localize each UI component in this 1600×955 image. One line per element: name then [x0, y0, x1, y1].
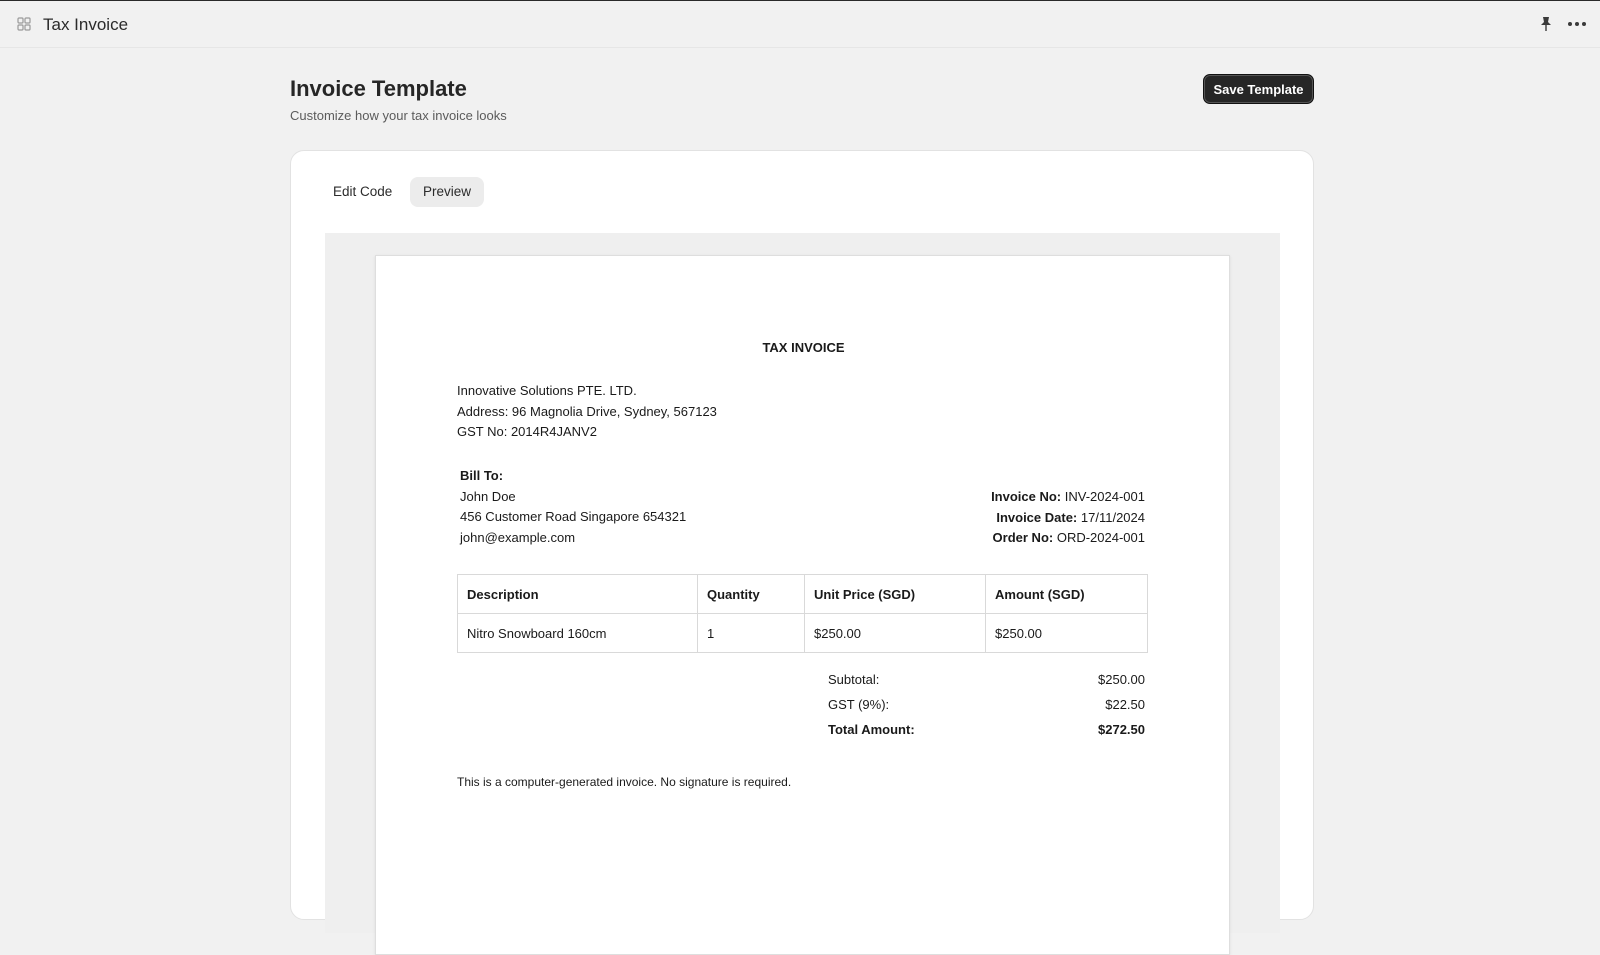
- bill-to-label: Bill To:: [460, 468, 504, 483]
- page-title: Invoice Template: [290, 76, 467, 101]
- bill-to: Bill To: John Doe 456 Customer Road Sing…: [460, 466, 686, 548]
- gst-label: GST (9%):: [828, 697, 890, 712]
- invoice-date: Invoice Date: 17/11/2024: [996, 509, 1145, 525]
- items-table: Description Quantity Unit Price (SGD) Am…: [457, 574, 1148, 653]
- subtotal-row: Subtotal: $250.00: [828, 672, 1148, 697]
- invoice-footnote: This is a computer-generated invoice. No…: [457, 775, 792, 789]
- table-row: Nitro Snowboard 160cm 1 $250.00 $250.00: [457, 613, 1148, 653]
- template-card: Edit Code Preview TAX INVOICE Innovative…: [290, 150, 1314, 955]
- cell-unit-price: $250.00: [804, 613, 986, 653]
- save-template-button[interactable]: Save Template: [1203, 74, 1314, 104]
- total-label: Total Amount:: [828, 722, 915, 737]
- company-gst: GST No: 2014R4JANV2: [457, 424, 597, 439]
- invoice-meta: Invoice No: INV-2024-001 Invoice Date: 1…: [991, 487, 1145, 549]
- customer-name: John Doe: [460, 488, 516, 504]
- company-name: Innovative Solutions PTE. LTD.: [457, 383, 637, 398]
- header-description: Description: [457, 574, 698, 614]
- pin-icon[interactable]: [1537, 15, 1555, 33]
- invoice-heading: TAX INVOICE: [762, 340, 845, 355]
- gst-value: $22.50: [1105, 697, 1145, 712]
- subtotal-label: Subtotal:: [828, 672, 880, 687]
- customer-address: 456 Customer Road Singapore 654321: [460, 509, 687, 524]
- gst-row: GST (9%): $22.50: [828, 697, 1148, 722]
- invoice-page: TAX INVOICE Innovative Solutions PTE. LT…: [375, 255, 1230, 955]
- invoice-number: Invoice No: INV-2024-001: [991, 489, 1145, 504]
- total-row: Total Amount: $272.50: [828, 722, 1148, 747]
- company-address: Address: 96 Magnolia Drive, Sydney, 5671…: [457, 403, 717, 419]
- cell-description: Nitro Snowboard 160cm: [457, 613, 698, 653]
- more-horizontal-icon[interactable]: [1566, 16, 1588, 32]
- order-number: Order No: ORD-2024-001: [992, 530, 1145, 545]
- tab-preview[interactable]: Preview: [410, 177, 485, 207]
- company-info: Innovative Solutions PTE. LTD. Address: …: [457, 381, 717, 443]
- header-unit-price: Unit Price (SGD): [804, 574, 986, 614]
- grid-icon: [17, 17, 31, 31]
- customer-email: john@example.com: [460, 529, 576, 545]
- table-header-row: Description Quantity Unit Price (SGD) Am…: [457, 574, 1148, 614]
- page-subtitle: Customize how your tax invoice looks: [290, 108, 507, 123]
- cell-amount: $250.00: [985, 613, 1148, 653]
- subtotal-value: $250.00: [1098, 672, 1145, 687]
- title-bar: Tax Invoice: [0, 1, 1600, 48]
- totals: Subtotal: $250.00 GST (9%): $22.50 Total…: [828, 672, 1148, 747]
- cell-quantity: 1: [697, 613, 805, 653]
- preview-area: TAX INVOICE Innovative Solutions PTE. LT…: [325, 233, 1280, 955]
- window-title: Tax Invoice: [43, 15, 129, 34]
- header-quantity: Quantity: [697, 574, 805, 614]
- tab-edit-code[interactable]: Edit Code: [320, 177, 405, 207]
- total-value: $272.50: [1098, 722, 1145, 737]
- header-amount: Amount (SGD): [985, 574, 1148, 614]
